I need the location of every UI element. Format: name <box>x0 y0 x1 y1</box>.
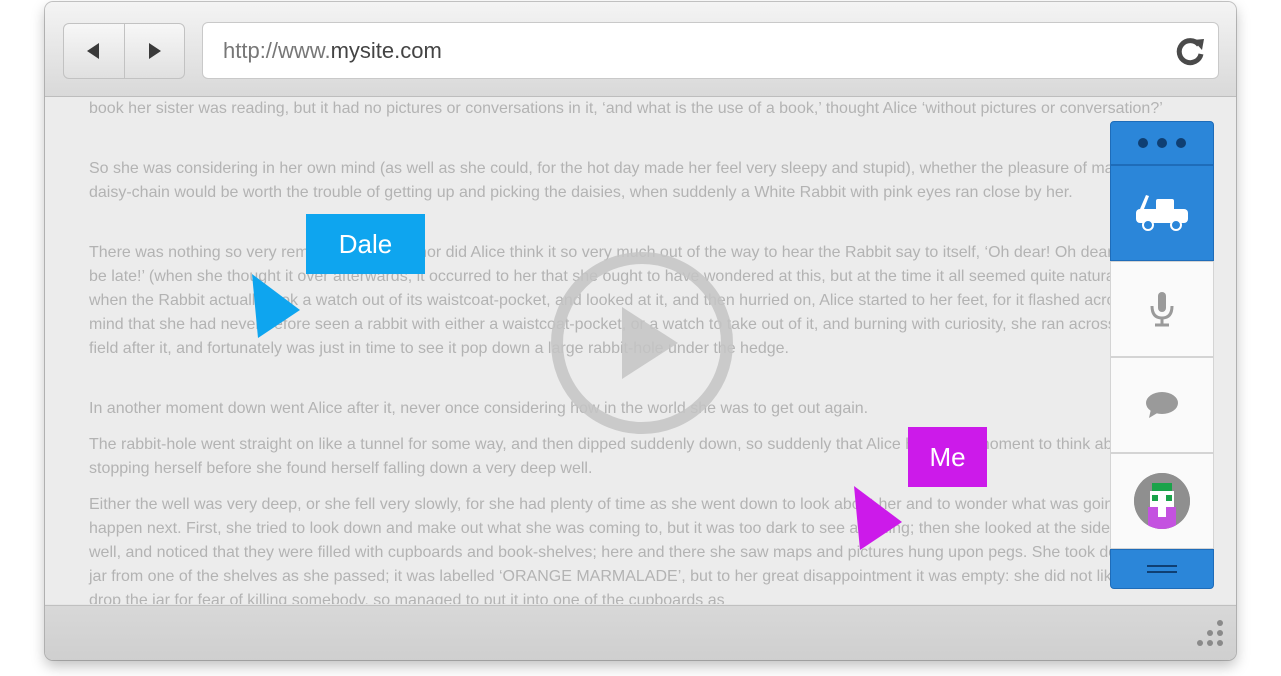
browser-toolbar: http://www.mysite.com <box>45 2 1236 97</box>
collaborator-tag-me: Me <box>908 427 987 487</box>
collaborator-tag-dale: Dale <box>306 214 425 274</box>
avatar <box>1134 473 1190 529</box>
url-domain: mysite.com <box>330 38 442 63</box>
panel-tow-button[interactable] <box>1110 165 1214 261</box>
avatar-icon <box>1134 473 1190 529</box>
story-paragraph: The rabbit-hole went straight on like a … <box>89 436 1135 477</box>
reload-button[interactable] <box>1174 35 1206 72</box>
forward-arrow-icon <box>149 43 162 59</box>
more-dots-icon <box>1138 138 1186 148</box>
forward-button[interactable] <box>123 24 185 78</box>
story-paragraph: So she was considering in her own mind (… <box>89 160 1157 201</box>
play-circle-icon[interactable] <box>548 249 736 437</box>
panel-menu-button[interactable] <box>1110 549 1214 589</box>
story-paragraph: book her sister was reading, but it had … <box>89 100 1163 117</box>
tow-truck-icon <box>1136 195 1188 231</box>
resize-grip-icon[interactable] <box>1190 617 1226 653</box>
menu-lines-icon <box>1147 565 1177 573</box>
status-bar <box>45 605 1236 660</box>
panel-more-button[interactable] <box>1110 121 1214 165</box>
panel-mic-button[interactable] <box>1110 261 1214 357</box>
panel-chat-button[interactable] <box>1110 357 1214 453</box>
url-prefix: http://www. <box>223 38 331 63</box>
side-panel <box>1110 121 1214 589</box>
url-text: http://www.mysite.com <box>223 38 442 64</box>
address-bar[interactable]: http://www.mysite.com <box>202 22 1219 79</box>
story-paragraph: Either the well was very deep, or she fe… <box>89 496 1163 604</box>
microphone-icon <box>1150 292 1174 327</box>
nav-button-group <box>63 23 185 79</box>
reload-icon <box>1176 38 1204 66</box>
back-arrow-icon <box>86 43 99 59</box>
panel-avatar-button[interactable] <box>1110 453 1214 549</box>
cursor-dale-icon <box>252 274 300 338</box>
chat-bubble-icon <box>1146 392 1178 418</box>
cursor-me-icon <box>854 486 902 550</box>
back-button[interactable] <box>64 24 124 78</box>
